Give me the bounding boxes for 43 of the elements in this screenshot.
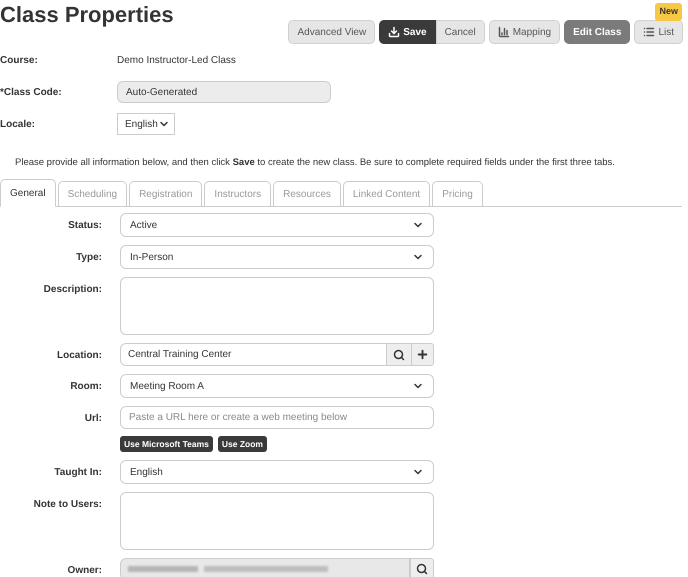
course-name: Demo Instructor-Led Class <box>117 54 236 68</box>
toolbar-button[interactable]: Cancel <box>436 20 485 44</box>
field-label: Location: <box>56 349 102 364</box>
web-meeting-button[interactable]: Use Zoom <box>218 436 267 452</box>
plus-icon <box>416 348 429 362</box>
select-field[interactable]: Meeting Room A <box>120 374 434 398</box>
locale-select[interactable]: English <box>117 113 175 135</box>
field-label: Status: <box>67 219 102 234</box>
field-label: Owner: <box>66 564 102 577</box>
list-icon <box>643 26 656 38</box>
owner-field[interactable] <box>120 558 410 577</box>
search-icon <box>393 348 405 361</box>
field-label: Description: <box>42 283 102 298</box>
search-button[interactable] <box>387 343 411 366</box>
location-field[interactable]: Central Training Center <box>120 343 387 366</box>
select-field[interactable]: In-Person <box>120 245 434 270</box>
toolbar-button[interactable]: Save <box>379 20 436 44</box>
download-icon <box>388 26 400 38</box>
instructions-text: Please provide all information below, and then click Save to create the new class. Be sure to complete required fields under the first three tabs. <box>15 156 616 170</box>
select-field[interactable]: Active <box>120 213 434 238</box>
select-field[interactable]: English <box>120 460 434 484</box>
field-label: Type: <box>75 251 102 266</box>
toolbar-button[interactable]: Mapping <box>488 20 560 44</box>
field-label: Taught In: <box>53 466 102 480</box>
class-code-field[interactable]: Auto-Generated <box>117 81 331 103</box>
page-title: Class Properties <box>0 4 174 26</box>
toolbar-button[interactable]: Advanced View <box>288 20 376 44</box>
web-meeting-button[interactable]: Use Microsoft Teams <box>120 436 213 452</box>
add-button[interactable] <box>411 343 434 366</box>
toolbar-button[interactable]: List <box>634 20 683 44</box>
field-label: *Class Code: <box>0 86 63 100</box>
new-badge: New <box>655 3 682 20</box>
field-label: Room: <box>69 380 102 394</box>
tab[interactable]: General <box>0 179 56 208</box>
toolbar-button[interactable]: Edit Class <box>564 20 630 44</box>
bar-chart-icon <box>498 26 510 38</box>
field-label: Locale: <box>0 118 36 132</box>
field-label: Note to Users: <box>32 498 102 512</box>
field-label: Url: <box>84 412 102 426</box>
field-label: Course: <box>0 54 39 68</box>
search-button[interactable] <box>410 558 434 577</box>
url-field[interactable]: Paste a URL here or create a web meeting below <box>120 406 434 430</box>
search-icon <box>416 563 428 576</box>
